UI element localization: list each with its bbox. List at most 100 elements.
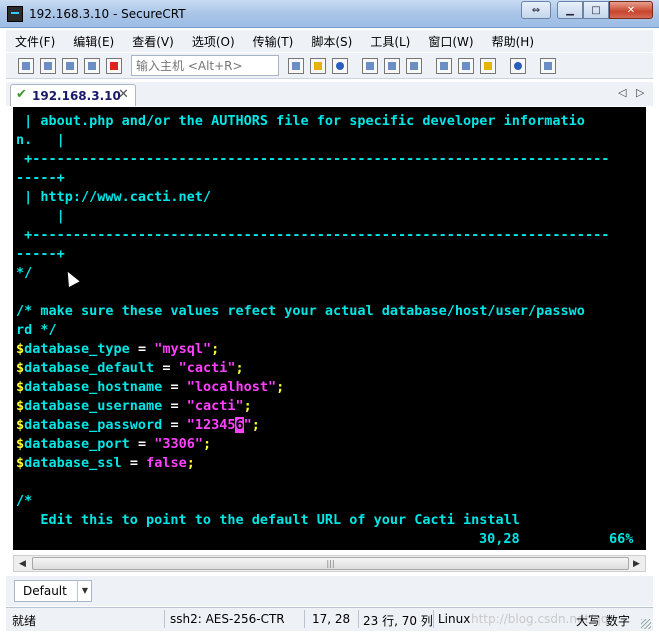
terminal-line: |	[16, 207, 65, 226]
terminal-text: Edit this to point to the default URL of…	[16, 512, 520, 528]
terminal-text: =	[154, 360, 179, 376]
terminal-text: database_port	[24, 436, 130, 452]
default-session-label: Default	[23, 584, 67, 598]
terminal-text: +---------------------------------------…	[16, 227, 610, 243]
resize-grip-icon[interactable]	[641, 619, 651, 629]
host-input[interactable]	[131, 55, 279, 76]
terminal-line: $database_default = "cacti";	[16, 359, 244, 378]
tab-prev-icon[interactable]: ◁	[618, 86, 626, 99]
copy-icon[interactable]	[288, 58, 304, 74]
terminal-text: ;	[211, 341, 220, 357]
terminal-text: database_hostname	[24, 379, 163, 395]
paste-icon[interactable]	[310, 58, 326, 74]
menu-options[interactable]: 选项(O)	[183, 33, 244, 50]
terminal-line: */	[16, 264, 32, 283]
menu-script[interactable]: 脚本(S)	[302, 33, 361, 50]
status-bar: 就绪 ssh2: AES-256-CTR 17, 28 23 行, 70 列 L…	[6, 607, 653, 631]
terminal-text: ;	[251, 417, 260, 433]
ruler-position: 30,28	[479, 531, 520, 547]
menu-tools[interactable]: 工具(L)	[361, 33, 419, 50]
script-icon[interactable]	[540, 58, 556, 74]
terminal-text: =	[121, 455, 147, 471]
terminal-line: +---------------------------------------…	[16, 226, 609, 245]
restore-size-icon[interactable]: ⇔	[521, 1, 551, 19]
terminal-line: $database_password = "123456";	[16, 416, 260, 435]
terminal-text: ;	[186, 455, 195, 471]
menu-help[interactable]: 帮助(H)	[483, 33, 543, 50]
find-icon[interactable]	[332, 58, 348, 74]
horizontal-scrollbar[interactable]: ◀ ||| ▶	[13, 555, 646, 572]
terminal-text: ;	[235, 360, 244, 376]
connect-icon[interactable]	[18, 58, 34, 74]
title-bar[interactable]: 192.168.3.10 - SecureCRT ⇔ ▁ □ ✕	[0, 0, 659, 28]
scroll-right-icon[interactable]: ▶	[628, 556, 645, 571]
terminal-text: $	[16, 360, 25, 376]
reconnect-icon[interactable]	[84, 58, 100, 74]
terminal-text: /* make sure these values refect your ac…	[16, 303, 585, 319]
terminal-text: database_ssl	[24, 455, 122, 471]
print-selection-icon[interactable]	[384, 58, 400, 74]
status-cursor: 17, 28	[312, 612, 351, 626]
terminal-text: =	[162, 379, 187, 395]
default-session-button[interactable]: Default ▼	[14, 580, 92, 602]
terminal-text: */	[16, 265, 33, 281]
terminal-line: $database_type = "mysql";	[16, 340, 219, 359]
session-options-icon[interactable]	[436, 58, 452, 74]
terminal-text: "3306"	[154, 436, 203, 452]
menu-window[interactable]: 窗口(W)	[419, 33, 482, 50]
text-cursor: 6	[235, 417, 244, 433]
dropdown-arrow-icon[interactable]: ▼	[77, 581, 92, 601]
terminal-text: -----+	[16, 246, 65, 262]
terminal-line: +---------------------------------------…	[16, 150, 609, 169]
global-options-icon[interactable]	[458, 58, 474, 74]
menu-edit[interactable]: 编辑(E)	[64, 33, 123, 50]
terminal-text: $	[16, 379, 25, 395]
terminal-text: database_username	[24, 398, 163, 414]
terminal-text: $	[16, 398, 25, 414]
terminal-text: "12345	[186, 417, 236, 433]
terminal-line: | http://www.cacti.net/	[16, 188, 211, 207]
terminal-text: |	[16, 208, 65, 224]
scroll-left-icon[interactable]: ◀	[14, 556, 31, 571]
terminal-text: ;	[202, 436, 212, 452]
menu-file[interactable]: 文件(F)	[6, 33, 64, 50]
minimize-button[interactable]: ▁	[557, 1, 583, 19]
tab-next-icon[interactable]: ▷	[636, 86, 644, 99]
key-icon[interactable]	[480, 58, 496, 74]
print-icon[interactable]	[362, 58, 378, 74]
quick-connect-icon[interactable]	[40, 58, 56, 74]
terminal-screen[interactable]: 30,28 66% | about.php and/or the AUTHORS…	[13, 107, 646, 550]
maximize-button[interactable]: □	[583, 1, 609, 19]
window-title: 192.168.3.10 - SecureCRT	[29, 7, 186, 21]
terminal-line: n. |	[16, 131, 65, 150]
disconnect-icon[interactable]	[106, 58, 122, 74]
menu-view[interactable]: 查看(V)	[123, 33, 183, 50]
terminal-text: database_password	[24, 417, 163, 433]
terminal-text: ;	[243, 398, 252, 414]
terminal-line: /* make sure these values refect your ac…	[16, 302, 585, 321]
status-size: 23 行, 70 列	[363, 614, 433, 628]
terminal-text: $	[16, 417, 25, 433]
menu-transfer[interactable]: 传输(T)	[244, 33, 303, 50]
terminal-line: $database_ssl = false;	[16, 454, 195, 473]
terminal-text: $	[16, 455, 25, 471]
connect-tab-icon[interactable]	[62, 58, 78, 74]
terminal-text: -----+	[16, 170, 65, 186]
terminal-line: | about.php and/or the AUTHORS file for …	[16, 112, 585, 131]
terminal-text: database_type	[24, 341, 130, 357]
tab-session[interactable]: ✔ 192.168.3.10 ✕	[10, 84, 136, 106]
close-button[interactable]: ✕	[609, 1, 653, 19]
terminal-text: "localhost"	[186, 379, 277, 395]
securecrt-app-icon[interactable]	[7, 6, 23, 22]
terminal-line: $database_port = "3306";	[16, 435, 211, 454]
toolbar	[6, 53, 653, 79]
help-icon[interactable]	[510, 58, 526, 74]
terminal-text: =	[129, 436, 155, 452]
terminal-text: $	[16, 341, 25, 357]
print-screen-icon[interactable]	[406, 58, 422, 74]
scrollbar-thumb[interactable]: |||	[32, 557, 629, 570]
tab-close-icon[interactable]: ✕	[118, 87, 129, 102]
terminal-text: "cacti"	[186, 398, 244, 414]
menu-bar: 文件(F) 编辑(E) 查看(V) 选项(O) 传输(T) 脚本(S) 工具(L…	[6, 30, 653, 52]
status-ready: 就绪	[12, 614, 37, 628]
